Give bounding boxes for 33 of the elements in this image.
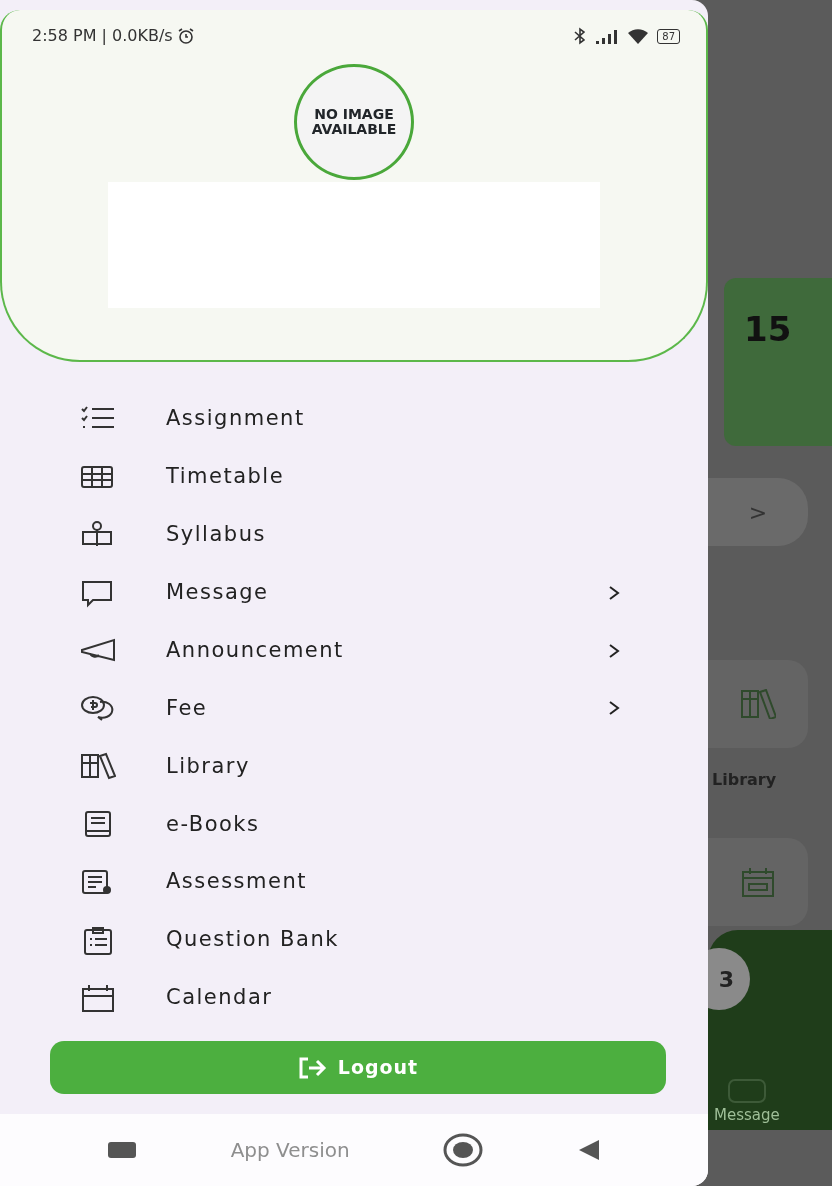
signal-icon — [595, 28, 620, 44]
logout-icon — [297, 1055, 328, 1080]
battery-indicator: 87 — [657, 28, 680, 44]
menu-item[interactable]: Question Bank — [80, 911, 620, 970]
calendar-icon — [80, 983, 116, 1013]
calendar-icon — [741, 866, 775, 898]
menu-item[interactable]: Calendar — [80, 969, 620, 1027]
menu-item[interactable]: Fee — [80, 679, 620, 738]
forward-chip: > — [708, 478, 808, 546]
message-icon — [726, 1078, 767, 1104]
tile-label: Library — [712, 769, 777, 791]
nav-label: Message — [714, 1105, 780, 1126]
wifi-icon — [627, 28, 650, 44]
status-time: 2:58 PM | 0.0KB/s — [32, 25, 173, 47]
menu-item[interactable]: Assignment — [80, 390, 620, 448]
recents-icon[interactable] — [106, 1140, 137, 1160]
books-icon — [80, 751, 116, 782]
menu-item[interactable]: Timetable — [80, 447, 620, 506]
no-image-label: NO IMAGE AVAILABLE — [310, 106, 398, 138]
back-icon[interactable] — [577, 1138, 602, 1162]
bluetooth-icon — [573, 27, 588, 45]
books-icon — [740, 689, 776, 719]
menu-item[interactable]: Syllabus — [80, 505, 620, 564]
alarm-icon — [176, 27, 195, 45]
stat-card: 15 — [724, 278, 832, 446]
menu-item[interactable]: Library — [80, 737, 620, 796]
coin-chat-icon — [80, 693, 116, 724]
menu-item[interactable]: Announcement — [80, 621, 620, 680]
app-version: App Version — [230, 1137, 350, 1164]
menu-item[interactable]: e-Books — [80, 795, 620, 854]
menu-item[interactable]: Assessment — [80, 853, 620, 912]
menu-item[interactable]: Message — [80, 563, 620, 622]
home-icon[interactable] — [443, 1133, 484, 1167]
